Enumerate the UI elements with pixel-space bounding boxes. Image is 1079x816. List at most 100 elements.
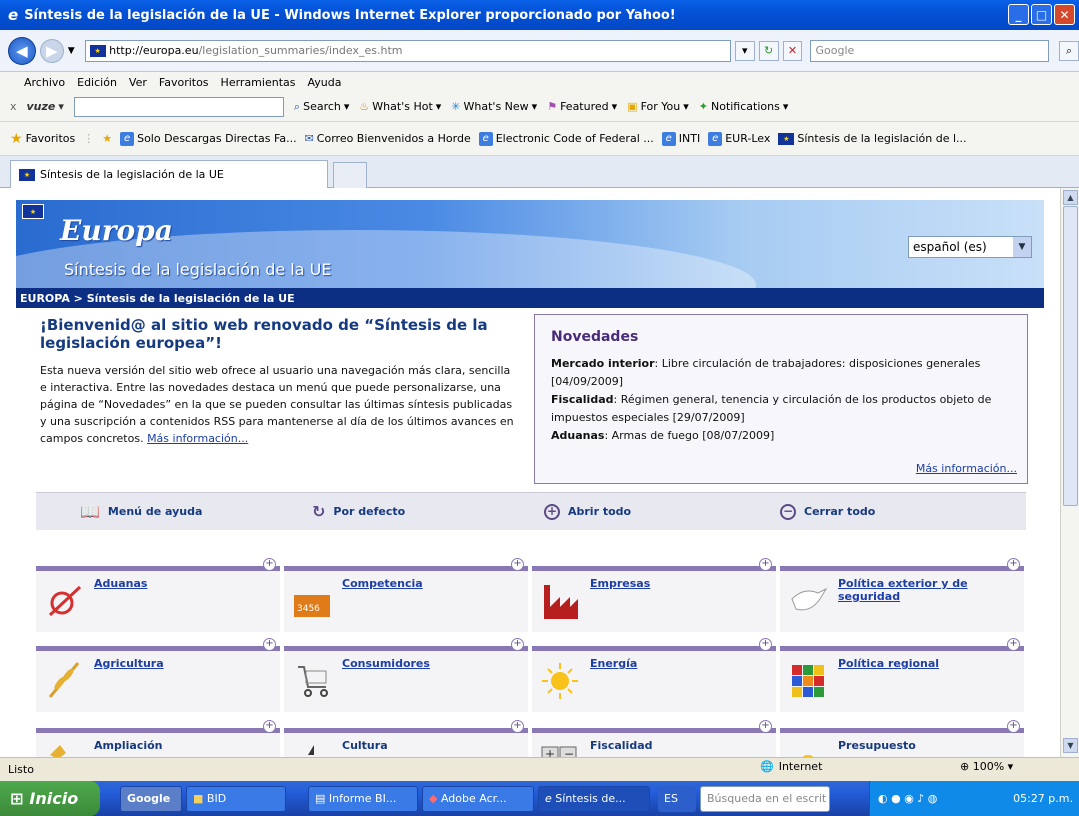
expand-icon[interactable]: + xyxy=(1007,638,1020,651)
search-icon[interactable]: ⌕ xyxy=(1059,40,1079,61)
category-agricultura[interactable]: + Agricultura xyxy=(36,638,280,712)
vuze-search-button[interactable]: ⌕ Search ▾ xyxy=(294,100,350,114)
category-ampliacion[interactable]: + Ampliación xyxy=(36,720,280,757)
start-button[interactable]: ⊞ Inicio xyxy=(0,781,100,816)
category-energia[interactable]: + Energía xyxy=(532,638,776,712)
coin-icon xyxy=(802,755,814,757)
language-select[interactable]: español (es) ▼ xyxy=(908,236,1032,258)
fav-electronic-code[interactable]: e Electronic Code of Federal ... xyxy=(478,131,654,146)
status-bar: Listo 🌐 Internet ⊕ 100% ▾ xyxy=(0,757,1079,781)
fav-inti[interactable]: e INTI xyxy=(661,131,700,146)
stop-icon[interactable]: ✕ xyxy=(782,40,803,61)
address-bar[interactable]: ★ http://europa.eu/legislation_summaries… xyxy=(84,39,731,62)
language-indicator[interactable]: ES xyxy=(658,785,696,812)
desktop-search-input[interactable]: Búsqueda en el escrit xyxy=(700,785,830,812)
back-button[interactable]: ◀ xyxy=(8,36,36,65)
fav-solo-descargas[interactable]: e Solo Descargas Directas Fa... xyxy=(120,131,297,146)
menu-edicion[interactable]: Edición xyxy=(77,76,117,89)
expand-icon[interactable]: + xyxy=(759,558,772,571)
category-competencia[interactable]: + 3456 Competencia xyxy=(284,558,528,632)
maximize-button[interactable]: □ xyxy=(1031,4,1052,25)
europa-logo[interactable]: Europa xyxy=(60,214,173,247)
minimize-button[interactable]: _ xyxy=(1008,4,1029,25)
featured-button[interactable]: ⚑ Featured ▾ xyxy=(547,100,617,113)
expand-icon[interactable]: + xyxy=(511,720,524,733)
category-aduanas[interactable]: + Aduanas xyxy=(36,558,280,632)
news-title: Novedades xyxy=(551,329,639,345)
breadcrumb[interactable]: EUROPA > Síntesis de la legislación de l… xyxy=(16,288,1044,308)
fav-eur-lex[interactable]: e EUR-Lex xyxy=(708,131,770,146)
expand-icon[interactable]: + xyxy=(511,638,524,651)
expand-icon[interactable]: + xyxy=(263,720,276,733)
expand-icon[interactable]: + xyxy=(759,638,772,651)
add-favorite-icon[interactable]: ★ xyxy=(102,132,112,145)
refresh-icon[interactable]: ↻ xyxy=(758,40,779,61)
menu-archivo[interactable]: Archivo xyxy=(24,76,65,89)
category-cultura[interactable]: + Cultura xyxy=(284,720,528,757)
tab-sintesis[interactable]: ★ Síntesis de la legislación de la UE xyxy=(10,160,328,188)
category-presupuesto[interactable]: + Presupuesto xyxy=(780,720,1024,757)
category-fiscalidad[interactable]: + + − Fiscalidad xyxy=(532,720,776,757)
fav-correo[interactable]: ✉ Correo Bienvenidos a Horde xyxy=(305,132,471,145)
category-politica-exterior[interactable]: + Política exterior y de seguridad xyxy=(780,558,1024,632)
close-toolbar-icon[interactable]: x xyxy=(10,100,17,113)
favorites-button[interactable]: ★ Favoritos xyxy=(10,131,75,147)
fav-sintesis[interactable]: ★ Síntesis de la legislación de l... xyxy=(778,132,967,145)
forward-button[interactable]: ▶ xyxy=(39,38,64,63)
whats-new-button[interactable]: ✳ What's New ▾ xyxy=(451,100,537,113)
close-button[interactable]: ✕ xyxy=(1054,4,1075,25)
category-consumidores[interactable]: + Consumidores xyxy=(284,638,528,712)
ie-page-icon: e xyxy=(708,131,723,146)
welcome-more-link[interactable]: Más información... xyxy=(147,432,248,445)
news-more-link[interactable]: Más información... xyxy=(916,462,1017,475)
expand-icon[interactable]: + xyxy=(759,720,772,733)
category-politica-regional[interactable]: + Política regional xyxy=(780,638,1024,712)
tray-icons[interactable]: ◐ ● ◉ ♪ ◍ xyxy=(878,792,937,805)
ie-page-icon: e xyxy=(661,131,676,146)
minus-circle-icon: − xyxy=(780,503,796,520)
ie-icon: e xyxy=(8,6,19,24)
vertical-scrollbar[interactable]: ▲ ▼ xyxy=(1060,188,1079,757)
task-adobe[interactable]: ◆ Adobe Acr... xyxy=(422,785,534,812)
shopping-cart-icon xyxy=(298,666,328,697)
expand-icon[interactable]: + xyxy=(263,558,276,571)
svg-text:3456: 3456 xyxy=(297,604,320,614)
wheat-icon xyxy=(48,662,80,698)
new-tab-button[interactable] xyxy=(333,162,367,188)
task-informe[interactable]: ▤ Informe BI... xyxy=(308,785,418,812)
open-all-button[interactable]: + Abrir todo xyxy=(544,503,631,520)
url-host: http://europa.eu xyxy=(109,44,199,57)
menu-herramientas[interactable]: Herramientas xyxy=(221,76,296,89)
divider: ⋮ xyxy=(83,132,95,145)
menu-favoritos[interactable]: Favoritos xyxy=(159,76,209,89)
menu-ayuda[interactable]: Ayuda xyxy=(307,76,341,89)
scroll-down-icon[interactable]: ▼ xyxy=(1063,738,1078,753)
google-toolbar[interactable]: Google xyxy=(120,785,182,812)
whats-hot-button[interactable]: ♨ What's Hot ▾ xyxy=(359,100,441,113)
expand-icon[interactable]: + xyxy=(1007,558,1020,571)
vuze-search-input[interactable] xyxy=(73,96,284,117)
expand-icon[interactable]: + xyxy=(263,638,276,651)
help-menu-button[interactable]: 📖 Menú de ayuda xyxy=(80,502,202,521)
scroll-up-icon[interactable]: ▲ xyxy=(1063,190,1078,205)
search-input[interactable]: Google xyxy=(810,39,1050,62)
expand-icon[interactable]: + xyxy=(1007,720,1020,733)
security-zone[interactable]: 🌐 Internet xyxy=(760,760,822,773)
history-dropdown-icon[interactable]: ▼ xyxy=(68,46,75,56)
category-empresas[interactable]: + Empresas xyxy=(532,558,776,632)
vuze-logo[interactable]: vuze ▾ xyxy=(27,100,64,113)
eu-flag-icon: ★ xyxy=(89,44,106,57)
zoom-control[interactable]: ⊕ 100% ▾ xyxy=(960,760,1013,773)
notifications-button[interactable]: ✦ Notifications ▾ xyxy=(699,100,789,113)
url-path: /legislation_summaries/index_es.htm xyxy=(198,44,403,57)
for-you-button[interactable]: ▣ For You ▾ xyxy=(627,100,689,113)
task-sintesis[interactable]: e Síntesis de... xyxy=(538,785,650,812)
menu-ver[interactable]: Ver xyxy=(129,76,147,89)
close-all-button[interactable]: − Cerrar todo xyxy=(780,503,875,520)
default-button[interactable]: ↻ Por defecto xyxy=(312,502,405,521)
task-bid[interactable]: ■ BID xyxy=(186,785,286,812)
news-item: Aduanas: Armas de fuego [08/07/2009] xyxy=(551,429,775,442)
scroll-thumb[interactable] xyxy=(1063,206,1078,506)
expand-icon[interactable]: + xyxy=(511,558,524,571)
address-dropdown-icon[interactable]: ▾ xyxy=(734,40,755,61)
